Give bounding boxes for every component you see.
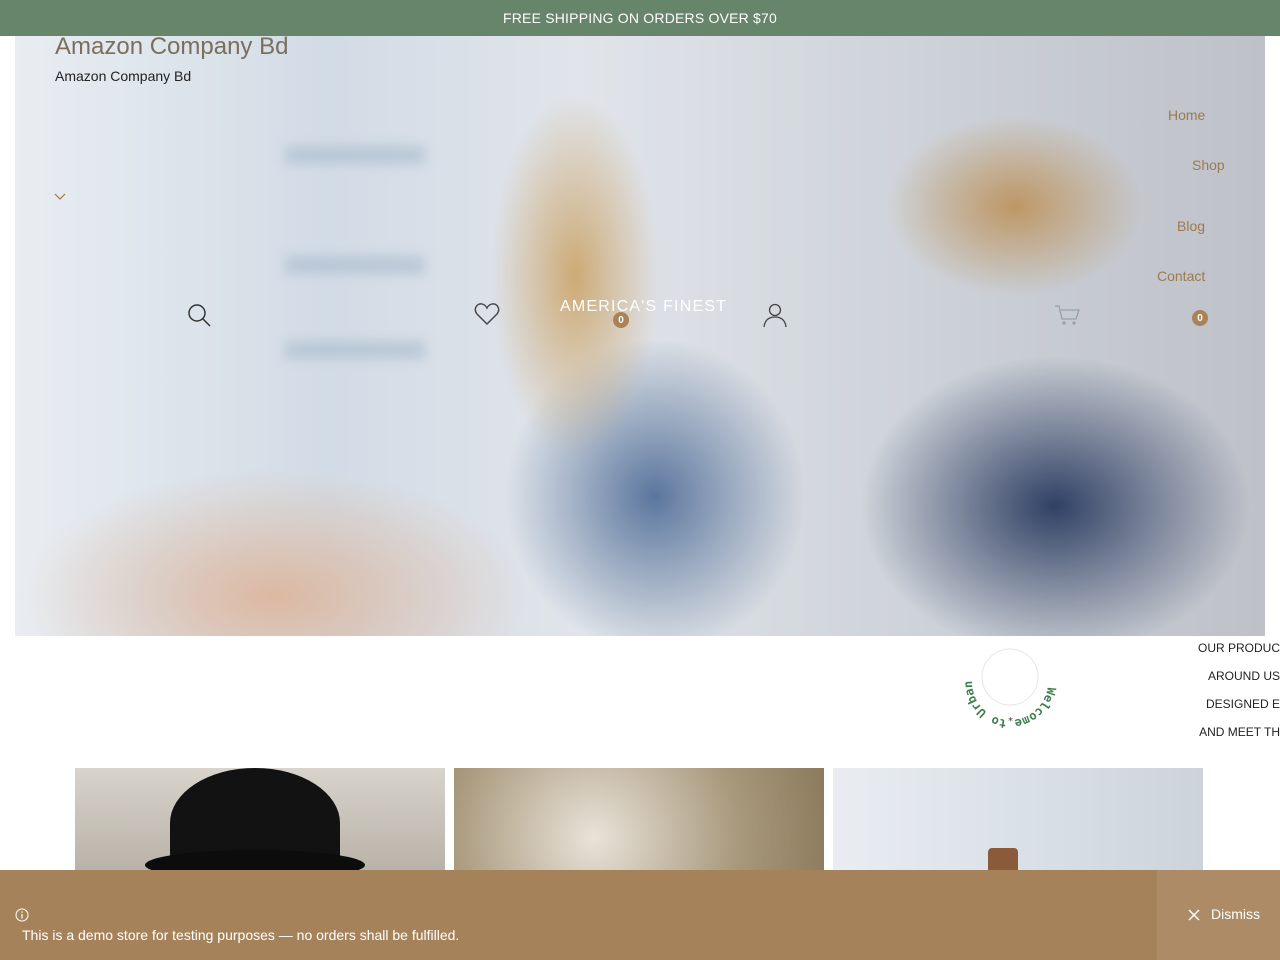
- dismiss-button[interactable]: Dismiss: [1157, 870, 1280, 960]
- gallery-image-building[interactable]: [833, 768, 1203, 878]
- gallery-image-outdoor[interactable]: [454, 768, 824, 878]
- side-link-around-us[interactable]: AROUND US: [1208, 669, 1280, 683]
- nav-contact[interactable]: Contact: [1157, 268, 1205, 284]
- cart-icon[interactable]: [1054, 304, 1080, 326]
- wishlist-count-badge: 0: [613, 312, 629, 328]
- site-title[interactable]: Amazon Company Bd: [55, 33, 288, 61]
- dismiss-label: Dismiss: [1211, 906, 1260, 922]
- heart-icon[interactable]: [474, 302, 500, 326]
- welcome-badge-star: *: [1008, 716, 1013, 727]
- user-icon[interactable]: [762, 302, 788, 328]
- demo-store-notice: [0, 870, 1280, 960]
- welcome-badge-logo: Welcome to UrbanStyle *: [960, 632, 1059, 731]
- cart-count-badge: 0: [1192, 310, 1208, 326]
- site-tagline: Amazon Company Bd: [55, 68, 192, 84]
- hero-overlay: [15, 36, 1265, 636]
- side-link-meet[interactable]: AND MEET TH: [1199, 725, 1280, 739]
- side-link-products[interactable]: OUR PRODUC: [1198, 641, 1280, 655]
- info-icon: [15, 908, 29, 922]
- chevron-down-icon[interactable]: [54, 193, 66, 201]
- side-link-designed[interactable]: DESIGNED E: [1206, 697, 1280, 711]
- gallery-image-hat[interactable]: [75, 768, 445, 878]
- announcement-bar: FREE SHIPPING ON ORDERS OVER $70: [0, 0, 1280, 36]
- hero-banner: [15, 36, 1265, 636]
- nav-home[interactable]: Home: [1168, 107, 1205, 123]
- close-icon[interactable]: [1188, 909, 1200, 921]
- nav-shop[interactable]: Shop: [1192, 157, 1225, 173]
- hero-heading: AMERICA'S FINEST: [560, 298, 728, 315]
- nav-blog[interactable]: Blog: [1177, 218, 1205, 234]
- announcement-text: FREE SHIPPING ON ORDERS OVER $70: [502, 10, 778, 26]
- search-icon[interactable]: [186, 302, 212, 328]
- demo-store-notice-text: This is a demo store for testing purpose…: [22, 927, 460, 943]
